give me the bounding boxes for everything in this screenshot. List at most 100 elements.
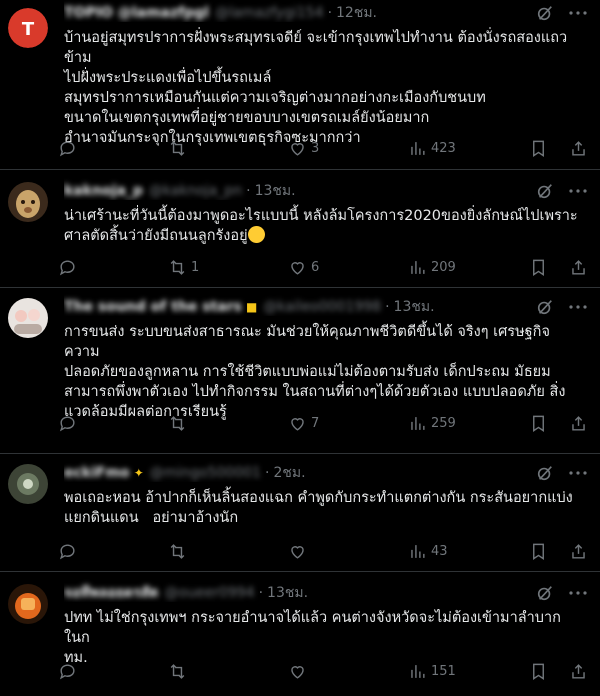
post-header: TOPIO @lamazfpgl @lamazfygi154 · 12ชม. <box>64 0 600 22</box>
post-time[interactable]: 13ชม. <box>255 182 296 200</box>
more-icon[interactable] <box>568 182 588 200</box>
bookmark-button[interactable] <box>529 139 548 158</box>
heart-icon <box>291 545 304 559</box>
share-button[interactable] <box>569 414 588 433</box>
share-button[interactable] <box>569 662 588 681</box>
bookmark-icon <box>533 140 544 157</box>
post-header: eckiFmo ✦ @mingo500001 · 2ชม. <box>64 454 600 482</box>
avatar[interactable] <box>8 464 48 504</box>
author-handle[interactable]: @kaknoja_pn <box>149 182 242 200</box>
grok-icon[interactable] <box>536 4 554 22</box>
share-icon <box>572 415 585 431</box>
avatar[interactable]: T <box>8 8 48 48</box>
post-header: The sound of the stars ■ @kaileo0001998 … <box>64 288 600 316</box>
post-time[interactable]: 2ชม. <box>274 464 306 482</box>
author-handle[interactable]: @oueer0994 <box>165 584 255 602</box>
like-button[interactable] <box>288 542 311 561</box>
reply-icon <box>59 140 75 156</box>
bookmark-button[interactable] <box>529 662 548 681</box>
views-button[interactable]: 151 <box>408 662 456 681</box>
views-icon <box>411 416 425 430</box>
views-button[interactable]: 259 <box>408 414 456 433</box>
author-name[interactable]: eckiFmo <box>64 464 130 482</box>
author-name[interactable]: The sound of the stars <box>64 298 242 316</box>
author-name[interactable]: TOPIO @lamazfpgl <box>64 4 209 22</box>
more-icon[interactable] <box>568 298 588 316</box>
views-button[interactable]: 209 <box>408 258 456 277</box>
share-button[interactable] <box>569 139 588 158</box>
reply-post[interactable]: The sound of the stars ■ @kaileo0001998 … <box>0 288 600 454</box>
separator-dot: · <box>265 465 270 481</box>
post-line: สามารถพึ่งพาตัวเอง ไปทำกิจกรรม ในสถานที่… <box>64 384 566 400</box>
like-button[interactable] <box>288 662 311 681</box>
repost-button[interactable]: 1 <box>168 258 199 277</box>
post-line: ไปฝั่งพระประแดงเพื่อไปขึ้นรถเมล์ <box>64 70 272 86</box>
action-bar: 7 259 <box>58 412 588 434</box>
separator-dot: · <box>327 5 333 21</box>
author-name[interactable]: จอทีพลอยดรสัต <box>64 584 159 602</box>
post-line: สมุทรปราการเหมือนกันแต่ความเจริญต่างมากอ… <box>64 90 486 106</box>
separator-dot: · <box>385 299 390 315</box>
author-handle[interactable]: @kaileo0001998 <box>263 298 381 316</box>
grok-icon[interactable] <box>536 182 554 200</box>
avatar[interactable] <box>8 298 48 338</box>
post-line-text: ศาลตัดสิ้นว่ายังมีถนนลูกรังอยู่ <box>64 228 248 244</box>
like-button[interactable]: 6 <box>288 258 319 277</box>
avatar[interactable] <box>8 182 48 222</box>
share-button[interactable] <box>569 542 588 561</box>
like-button[interactable]: 3 <box>288 139 319 158</box>
reply-icon <box>59 259 75 275</box>
like-button[interactable]: 7 <box>288 414 319 433</box>
reply-button[interactable] <box>58 139 81 158</box>
reply-post[interactable]: eckiFmo ✦ @mingo500001 · 2ชม. พอเถอะหอน … <box>0 454 600 572</box>
repost-button[interactable] <box>168 662 191 681</box>
reply-post[interactable]: จอทีพลอยดรสัต @oueer0994 · 13ชม. ปทท ไม่… <box>0 572 600 696</box>
author-name[interactable]: kaknoja_p <box>64 182 143 200</box>
views-count: 151 <box>431 663 456 679</box>
reply-post[interactable]: kaknoja_p @kaknoja_pn · 13ชม. น่าเศร้านะ… <box>0 170 600 288</box>
reply-button[interactable] <box>58 662 81 681</box>
more-icon[interactable] <box>568 584 588 602</box>
bookmark-button[interactable] <box>529 542 548 561</box>
action-bar: 43 <box>58 540 588 562</box>
post-time[interactable]: 13ชม. <box>267 584 308 602</box>
views-icon <box>411 141 425 155</box>
author-handle[interactable]: @lamazfygi154 <box>215 4 324 22</box>
post-time[interactable]: 13ชม. <box>394 298 435 316</box>
reply-button[interactable] <box>58 414 81 433</box>
post-text: การขนส่ง ระบบขนส่งสาธารณะ มันช่วยให้คุณภ… <box>64 322 600 422</box>
grok-icon[interactable] <box>536 298 554 316</box>
repost-button[interactable] <box>168 542 191 561</box>
post-text: บ้านอยู่สมุทรปราการฝั่งพระสมุทรเจดีย์ จะ… <box>64 28 600 148</box>
repost-button[interactable] <box>168 139 191 158</box>
grok-icon[interactable] <box>536 464 554 482</box>
more-icon[interactable] <box>568 464 588 482</box>
post-line: ศาลตัดสิ้นว่ายังมีถนนลูกรังอยู่ <box>64 226 586 246</box>
emoji-badge: ■ <box>246 300 258 314</box>
avatar[interactable] <box>8 584 48 624</box>
share-button[interactable] <box>569 258 588 277</box>
heart-icon <box>291 261 304 275</box>
post-line: ปทท ไม่ใช่กรุงเทพฯ กระจายอำนาจได้แล้ว คน… <box>64 610 561 646</box>
reply-button[interactable] <box>58 258 81 277</box>
views-button[interactable]: 43 <box>408 542 448 561</box>
bookmark-button[interactable] <box>529 258 548 277</box>
reply-button[interactable] <box>58 542 81 561</box>
repost-button[interactable] <box>168 414 191 433</box>
post-header: จอทีพลอยดรสัต @oueer0994 · 13ชม. <box>64 572 600 602</box>
post-time[interactable]: 12ชม. <box>336 4 377 22</box>
author-handle[interactable]: @mingo500001 <box>150 464 261 482</box>
more-icon[interactable] <box>568 4 588 22</box>
post-text: น่าเศร้านะที่วันนี้ต้องมาพูดอะไรแบบนี้ ห… <box>64 206 600 246</box>
smiling-face-emoji <box>247 226 265 243</box>
post-text: พอเถอะหอน อ้าปากก็เห็นลิ้นสองแฉก คำพูดกั… <box>64 488 600 528</box>
views-button[interactable]: 423 <box>408 139 456 158</box>
views-count: 423 <box>431 140 456 156</box>
views-count: 43 <box>431 543 448 559</box>
grok-icon[interactable] <box>536 584 554 602</box>
reply-post[interactable]: T TOPIO @lamazfpgl @lamazfygi154 · 12ชม.… <box>0 0 600 170</box>
post-line: การขนส่ง ระบบขนส่งสาธารณะ มันช่วยให้คุณภ… <box>64 324 550 360</box>
like-count: 7 <box>311 415 320 431</box>
bookmark-button[interactable] <box>529 414 548 433</box>
like-count: 6 <box>311 259 320 275</box>
